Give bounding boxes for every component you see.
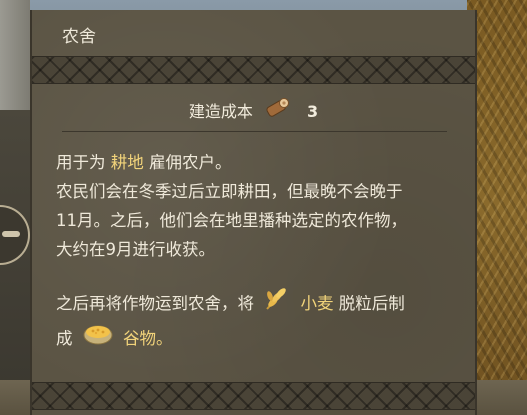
- description-line-6: 成 谷物。: [56, 322, 456, 357]
- build-cost-row: 建造成本 3: [32, 96, 475, 126]
- building-info-panel: 农舍 建造成本 3 用于为 耕地 雇佣农户。 农民们会在冬季过后立即耕田，但最晚…: [30, 10, 477, 415]
- grain-link: 谷物。: [123, 329, 173, 348]
- grain-bowl-icon: [82, 320, 114, 355]
- panel-header: 农舍: [32, 10, 475, 56]
- wheat-icon: [263, 285, 291, 320]
- text-segment: 雇佣农户。: [149, 153, 232, 172]
- description-line-1: 用于为 耕地 雇佣农户。: [56, 148, 456, 177]
- build-cost-value: 3: [307, 102, 319, 121]
- collapse-arrow-icon: [2, 231, 20, 237]
- description: 用于为 耕地 雇佣农户。 农民们会在冬季过后立即耕田，但最晚不会晚于 11月。之…: [56, 148, 456, 357]
- description-line-5: 之后再将作物运到农舍，将 小麦 脱粒后制: [56, 287, 456, 322]
- decorative-border-top: [32, 56, 475, 84]
- description-line-2: 农民们会在冬季过后立即耕田，但最晚不会晚于: [56, 182, 403, 201]
- farmland-link: 耕地: [110, 153, 144, 172]
- text-segment: 成: [56, 329, 73, 348]
- decorative-border-bottom: [32, 382, 475, 410]
- description-line-3: 11月。之后，他们会在地里播种选定的农作物，: [56, 211, 407, 230]
- build-cost-label: 建造成本: [188, 102, 253, 121]
- text-segment: 之后再将作物运到农舍，将: [56, 294, 254, 313]
- panel-title: 农舍: [62, 27, 96, 47]
- wheat-link: 小麦: [300, 294, 334, 313]
- cost-divider: [62, 131, 447, 132]
- description-line-4: 大约在9月进行收获。: [56, 240, 215, 259]
- text-segment: 脱粒后制: [338, 294, 405, 313]
- wood-log-icon: [264, 97, 290, 123]
- text-segment: 用于为: [56, 153, 106, 172]
